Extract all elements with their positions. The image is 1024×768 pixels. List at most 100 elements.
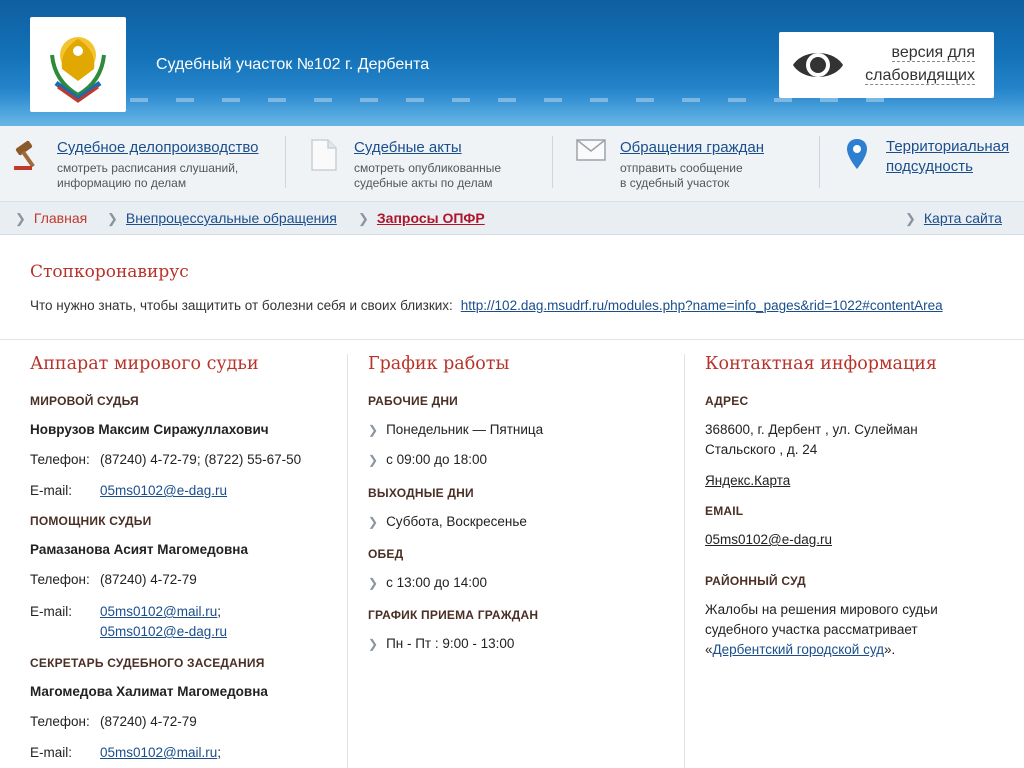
breadcrumb-current-link[interactable]: Запросы ОПФР <box>377 210 485 226</box>
assistant-name: Рамазанова Асият Магомедовна <box>30 542 248 557</box>
breadcrumb: ❯ Главная ❯ Внепроцессуальные обращения ❯ З… <box>0 202 1024 235</box>
phone-value: (87240) 4-72-79 <box>100 572 197 587</box>
judge-phone: Телефон: (87240) 4-72-79; (8722) 55-67-50 <box>30 450 301 470</box>
workdays-item: ❯ Понедельник — Пятница <box>368 422 543 437</box>
chevron-right-icon: ❯ <box>368 576 379 590</box>
service-citizen-appeals[interactable]: Обращения граждан отправить сообщение в … <box>576 126 816 202</box>
judge-email-link[interactable]: 05ms0102@e-dag.ru <box>100 481 227 501</box>
contact-email-link[interactable]: 05ms0102@e-dag.ru <box>705 530 832 550</box>
judge-name: Новрузов Максим Сиражуллахович <box>30 422 269 437</box>
service-desc-line: смотреть опубликованные <box>354 161 502 175</box>
notice-link[interactable]: http://102.dag.msudrf.ru/modules.php?nam… <box>461 298 943 313</box>
breadcrumb-current[interactable]: ❯ Запросы ОПФР <box>358 210 485 227</box>
secretary-email-link-1[interactable]: 05ms0102@mail.ru <box>100 745 217 760</box>
service-title-citizen-appeals[interactable]: Обращения граждан <box>620 139 764 156</box>
yandex-map-link[interactable]: Яндекс.Карта <box>705 471 790 491</box>
staff-section: Аппарат мирового судьи МИРОВОЙ СУДЬЯ Нов… <box>30 354 340 768</box>
breadcrumb-level1[interactable]: ❯ Внепроцессуальные обращения <box>107 210 337 227</box>
workdays-value: Понедельник — Пятница <box>386 422 544 437</box>
divider <box>819 136 820 188</box>
chevron-right-icon: ❯ <box>905 211 916 226</box>
site-title: Судебный участок №102 г. Дербента <box>156 56 430 73</box>
address-line: 368600, г. Дербент , ул. Сулейман <box>705 422 918 437</box>
service-title-court-acts[interactable]: Судебные акты <box>354 139 462 156</box>
district-text-line: судебного участка рассматривает <box>705 622 918 637</box>
visually-impaired-label: версия для слабовидящих <box>857 41 975 87</box>
district-court-link[interactable]: Дербентский городской суд <box>713 642 885 657</box>
quote-close: ». <box>884 642 896 657</box>
notice-text: Что нужно знать, чтобы защитить от болез… <box>30 298 943 313</box>
quote-open: « <box>705 642 713 657</box>
document-icon <box>311 139 337 171</box>
address-line: Стальского , д. 24 <box>705 442 818 457</box>
email-label: E-mail: <box>30 604 73 619</box>
email-label: EMAIL <box>705 504 744 518</box>
contacts-heading: Контактная информация <box>705 354 937 374</box>
schedule-section: График работы РАБОЧИЕ ДНИ ❯ Понедельник —… <box>368 354 668 754</box>
district-text-line: Жалобы на решения мирового судьи <box>705 602 938 617</box>
secretary-phone: Телефон: (87240) 4-72-79 <box>30 712 197 732</box>
reception-label: ГРАФИК ПРИЕМА ГРАЖДАН <box>368 608 539 622</box>
phone-label: Телефон: <box>30 452 90 467</box>
breadcrumb-home-link[interactable]: Главная <box>34 210 87 226</box>
service-title-line: Территориальная <box>886 138 1010 155</box>
assistant-email-list: 05ms0102@mail.ru; 05ms0102@e-dag.ru <box>100 604 228 639</box>
service-desc-case-proceedings: смотреть расписания слушаний, информацию… <box>57 161 238 191</box>
reception-value: Пн - Пт : 9:00 - 13:00 <box>386 636 515 651</box>
assistant-label: ПОМОЩНИК СУДЬИ <box>30 514 152 528</box>
eye-icon <box>793 53 843 77</box>
secretary-name: Магомедова Халимат Магомедовна <box>30 684 268 699</box>
service-case-proceedings[interactable]: Судебное делопроизводство смотреть распи… <box>12 126 282 202</box>
chevron-right-icon: ❯ <box>368 453 379 467</box>
email-label: E-mail: <box>30 745 73 760</box>
chevron-right-icon: ❯ <box>107 211 118 226</box>
schedule-heading: График работы <box>368 354 510 374</box>
service-desc-line: в судебный участок <box>620 176 730 190</box>
lunch-item: ❯ с 13:00 до 14:00 <box>368 575 487 590</box>
sitemap-link[interactable]: Карта сайта <box>924 210 1002 226</box>
phone-label: Телефон: <box>30 572 90 587</box>
breadcrumb-sitemap[interactable]: ❯ Карта сайта <box>905 210 1002 227</box>
chevron-right-icon: ❯ <box>368 637 379 651</box>
divider <box>0 339 1024 340</box>
gavel-icon <box>14 140 35 170</box>
secretary-email-list: 05ms0102@mail.ru; <box>100 745 222 760</box>
service-title-line: подсудность <box>886 158 973 175</box>
weekend-item: ❯ Суббота, Воскресенье <box>368 514 527 529</box>
assistant-email-link-1[interactable]: 05ms0102@mail.ru <box>100 604 217 619</box>
phone-value: (87240) 4-72-79 <box>100 714 197 729</box>
service-jurisdiction[interactable]: Территориальная подсудность <box>846 126 1021 202</box>
service-desc-line: информацию по делам <box>57 176 187 190</box>
lunch-label: ОБЕД <box>368 547 404 561</box>
weekend-value: Суббота, Воскресенье <box>386 514 527 529</box>
breadcrumb-home[interactable]: ❯ Главная <box>15 210 87 227</box>
assistant-email: E-mail: 05ms0102@mail.ru; 05ms0102@e-dag.… <box>30 602 227 642</box>
logo[interactable] <box>30 17 126 112</box>
service-title-case-proceedings[interactable]: Судебное делопроизводство <box>57 139 259 156</box>
assistant-email-link-2[interactable]: 05ms0102@e-dag.ru <box>100 624 227 639</box>
address-text: 368600, г. Дербент , ул. Сулейман Стальс… <box>705 420 918 460</box>
service-desc-court-acts: смотреть опубликованные судебные акты по… <box>354 161 501 191</box>
site-header: Судебный участок №102 г. Дербента версия… <box>0 0 1024 126</box>
email-label: E-mail: <box>30 483 73 498</box>
visually-impaired-button[interactable]: версия для слабовидящих <box>779 32 994 98</box>
weekend-label: ВЫХОДНЫЕ ДНИ <box>368 486 474 500</box>
divider <box>552 136 553 188</box>
notice-text-content: Что нужно знать, чтобы защитить от болез… <box>30 298 453 313</box>
chevron-right-icon: ❯ <box>368 515 379 529</box>
service-title-jurisdiction[interactable]: Территориальная подсудность <box>886 137 1009 177</box>
judge-email: E-mail: 05ms0102@e-dag.ru <box>30 481 227 501</box>
assistant-phone: Телефон: (87240) 4-72-79 <box>30 570 197 590</box>
service-desc-citizen-appeals: отправить сообщение в судебный участок <box>620 161 743 191</box>
breadcrumb-level1-link[interactable]: Внепроцессуальные обращения <box>126 210 337 226</box>
secretary-label: СЕКРЕТАРЬ СУДЕБНОГО ЗАСЕДАНИЯ <box>30 656 265 670</box>
service-desc-line: смотреть расписания слушаний, <box>57 161 239 175</box>
phone-label: Телефон: <box>30 714 90 729</box>
chevron-right-icon: ❯ <box>15 211 26 226</box>
service-court-acts[interactable]: Судебные акты смотреть опубликованные су… <box>310 126 550 202</box>
address-label: АДРЕС <box>705 394 749 408</box>
header-decoration <box>130 98 890 102</box>
workhours-value: с 09:00 до 18:00 <box>386 452 488 467</box>
reception-item: ❯ Пн - Пт : 9:00 - 13:00 <box>368 636 514 651</box>
staff-heading: Аппарат мирового судьи <box>30 354 259 374</box>
